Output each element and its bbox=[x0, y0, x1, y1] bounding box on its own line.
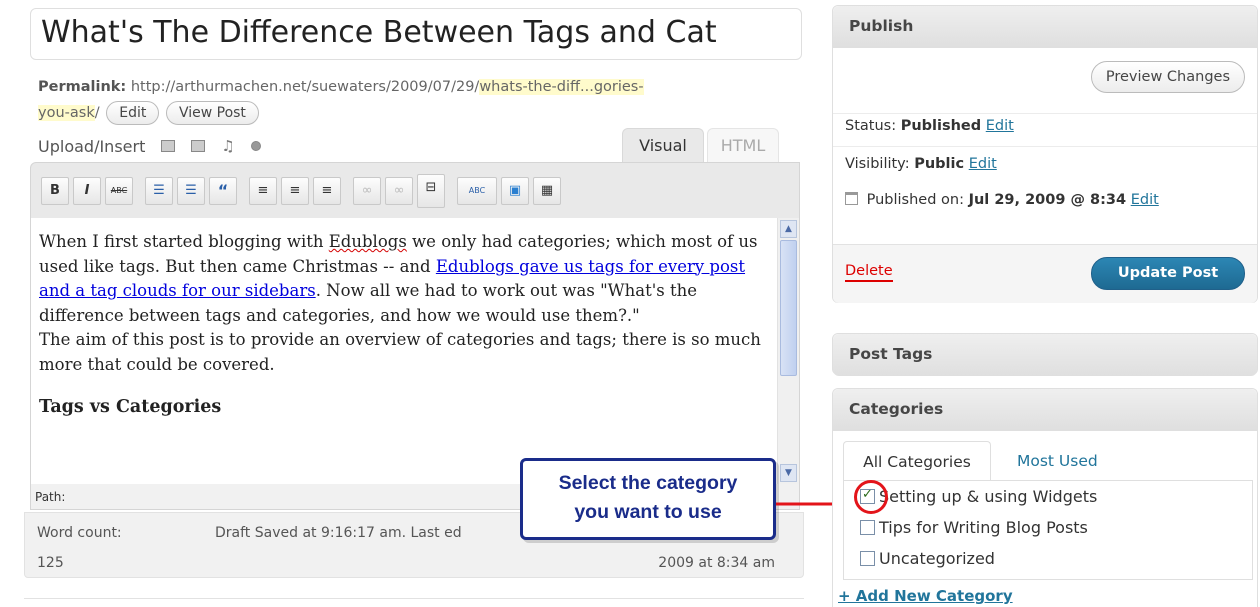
kitchen-sink-button[interactable]: ▦ bbox=[533, 177, 561, 205]
edit-permalink-button[interactable]: Edit bbox=[106, 101, 160, 125]
permalink-row: Permalink: http://arthurmachen.net/suewa… bbox=[38, 74, 798, 126]
post-tags-box: Post Tags bbox=[832, 333, 1258, 376]
published-on-label: Published on: bbox=[866, 192, 964, 208]
content-paragraph-2: The aim of this post is to provide an ov… bbox=[39, 330, 761, 374]
divider bbox=[833, 113, 1257, 114]
scroll-thumb[interactable] bbox=[780, 240, 797, 376]
align-left-button[interactable]: ≡ bbox=[249, 177, 277, 205]
align-right-button[interactable]: ≡ bbox=[313, 177, 341, 205]
publish-box: Publish Preview Changes Status: Publishe… bbox=[832, 5, 1258, 303]
add-new-category-link[interactable]: + Add New Category bbox=[838, 587, 1013, 605]
publish-box-title[interactable]: Publish bbox=[833, 6, 1257, 48]
editor-content-area[interactable]: When I first started blogging with Edubl… bbox=[30, 218, 800, 484]
media-upload-row: Upload/Insert ♫ bbox=[38, 134, 261, 158]
add-media-icon[interactable] bbox=[250, 141, 261, 151]
post-title-input[interactable]: What's The Difference Between Tags and C… bbox=[30, 8, 802, 60]
published-on-row: Published on: Jul 29, 2009 @ 8:34 Edit bbox=[845, 192, 1159, 208]
permalink-label: Permalink: bbox=[38, 79, 127, 95]
callout-line-2: you want to use bbox=[574, 501, 722, 523]
category-label: Tips for Writing Blog Posts bbox=[879, 518, 1088, 537]
post-tags-title[interactable]: Post Tags bbox=[833, 334, 1257, 376]
strikethrough-button[interactable]: ABC bbox=[105, 177, 133, 205]
edit-status-link[interactable]: Edit bbox=[986, 118, 1014, 134]
category-item-tips[interactable]: Tips for Writing Blog Posts bbox=[860, 518, 1088, 537]
add-video-icon[interactable] bbox=[191, 140, 206, 152]
align-center-button[interactable]: ≡ bbox=[281, 177, 309, 205]
editor-scrollbar[interactable]: ▲ ▼ bbox=[777, 218, 799, 484]
tab-visual[interactable]: Visual bbox=[622, 128, 704, 162]
publish-actions: Delete Update Post bbox=[833, 244, 1257, 303]
update-post-button[interactable]: Update Post bbox=[1091, 257, 1245, 290]
category-label: Setting up & using Widgets bbox=[879, 487, 1098, 506]
visibility-label: Visibility: bbox=[845, 156, 910, 172]
view-post-button[interactable]: View Post bbox=[165, 101, 259, 125]
category-item-uncategorized[interactable]: Uncategorized bbox=[860, 549, 995, 568]
category-list: Setting up & using Widgets Tips for Writ… bbox=[843, 480, 1253, 580]
visibility-row: Visibility: Public Edit bbox=[845, 156, 997, 172]
divider bbox=[833, 146, 1257, 147]
scroll-down-icon[interactable]: ▼ bbox=[780, 464, 797, 482]
italic-button[interactable]: I bbox=[73, 177, 101, 205]
permalink-slug-part1[interactable]: whats-the-diff...gories- bbox=[479, 79, 644, 95]
last-edited-date: 2009 at 8:34 am bbox=[658, 555, 775, 571]
fullscreen-button[interactable]: ▣ bbox=[501, 177, 529, 205]
status-label: Status: bbox=[845, 118, 897, 134]
numbered-list-button[interactable]: ☰ bbox=[177, 177, 205, 205]
category-item-widgets[interactable]: Setting up & using Widgets bbox=[854, 480, 1098, 514]
categories-box: Categories All Categories Most Used Sett… bbox=[832, 388, 1258, 607]
content-heading: Tags vs Categories bbox=[39, 397, 222, 417]
add-audio-icon[interactable]: ♫ bbox=[221, 137, 234, 155]
post-title-text: What's The Difference Between Tags and C… bbox=[41, 15, 717, 50]
content-paragraph-1: When I first started blogging with Edubl… bbox=[39, 232, 758, 325]
status-value: Published bbox=[900, 118, 982, 134]
category-label: Uncategorized bbox=[879, 549, 995, 568]
category-checkbox[interactable] bbox=[860, 520, 875, 535]
permalink-base: http://arthurmachen.net/suewaters/2009/0… bbox=[130, 79, 480, 95]
word-count-value: 125 bbox=[37, 555, 64, 571]
bullet-list-button[interactable]: ☰ bbox=[145, 177, 173, 205]
status-row: Status: Published Edit bbox=[845, 118, 1014, 134]
permalink-trailing-slash: / bbox=[94, 105, 100, 121]
spellcheck-button[interactable]: ABC bbox=[457, 177, 497, 205]
bold-button[interactable]: B bbox=[41, 177, 69, 205]
calendar-icon bbox=[845, 192, 858, 205]
draft-saved-status: Draft Saved at 9:16:17 am. Last ed bbox=[215, 525, 462, 541]
word-count-label: Word count: bbox=[37, 525, 122, 541]
insert-more-button[interactable]: ⊟ bbox=[417, 174, 445, 208]
tab-most-used[interactable]: Most Used bbox=[1017, 441, 1098, 481]
editor-toolbar: B I ABC ☰ ☰ “ ≡ ≡ ≡ ∞ ∞ ⊟ ABC ▣ ▦ bbox=[30, 162, 800, 218]
add-image-icon[interactable] bbox=[161, 140, 176, 152]
callout-line-1: Select the category bbox=[558, 472, 738, 494]
insert-link-button[interactable]: ∞ bbox=[353, 177, 381, 205]
unlink-button[interactable]: ∞ bbox=[385, 177, 413, 205]
misspelled-word: Edublogs bbox=[328, 232, 407, 251]
visibility-value: Public bbox=[914, 156, 965, 172]
edit-date-link[interactable]: Edit bbox=[1131, 192, 1159, 208]
path-label: Path: bbox=[35, 490, 66, 504]
categories-title[interactable]: Categories bbox=[833, 389, 1257, 431]
permalink-slug-part2[interactable]: you-ask bbox=[38, 105, 95, 121]
highlight-circle bbox=[854, 480, 888, 514]
scroll-up-icon[interactable]: ▲ bbox=[780, 220, 797, 238]
tab-html[interactable]: HTML bbox=[707, 128, 779, 162]
preview-changes-button[interactable]: Preview Changes bbox=[1090, 61, 1245, 93]
edit-visibility-link[interactable]: Edit bbox=[969, 156, 997, 172]
tab-all-categories[interactable]: All Categories bbox=[843, 441, 991, 481]
divider bbox=[24, 598, 804, 599]
upload-insert-label: Upload/Insert bbox=[38, 136, 146, 156]
blockquote-button[interactable]: “ bbox=[209, 177, 237, 205]
callout-annotation: Select the category you want to use bbox=[520, 458, 776, 540]
delete-link[interactable]: Delete bbox=[845, 263, 893, 282]
category-checkbox[interactable] bbox=[860, 551, 875, 566]
published-on-value: Jul 29, 2009 @ 8:34 bbox=[968, 192, 1127, 208]
